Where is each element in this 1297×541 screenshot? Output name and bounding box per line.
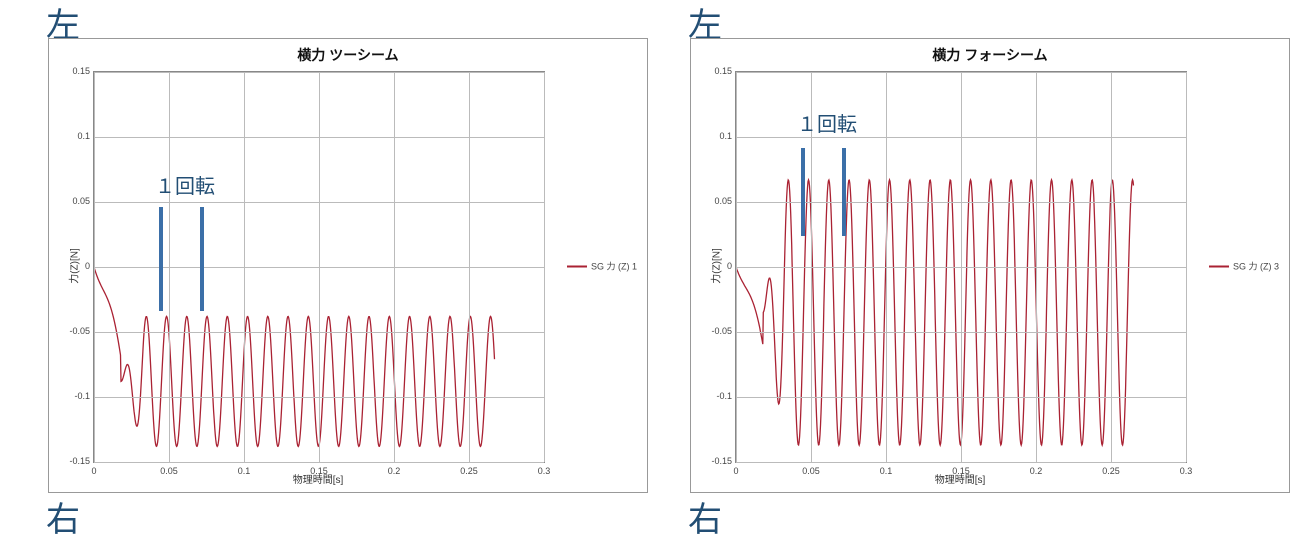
x-tick: 0 [733,466,738,476]
legend: SG 力 (Z) 3 [1209,259,1279,272]
y-tick: 0.1 [58,131,90,141]
y-tick: -0.15 [58,456,90,466]
x-tick: 0.1 [238,466,251,476]
y-tick: -0.05 [58,326,90,336]
legend-swatch [1209,266,1229,268]
x-tick: 0.1 [880,466,893,476]
chart-frame: 横力 ツーシーム 力(Z)[N] 物理時間[s] SG 力 (Z) 1 -0.1… [48,38,648,493]
y-tick: -0.05 [700,326,732,336]
annotation-bar [842,148,846,236]
chart-four-seam: 横力 フォーシーム 力(Z)[N] 物理時間[s] SG 力 (Z) 3 -0.… [690,38,1290,493]
annotation-bar [200,207,204,311]
y-tick: 0.05 [700,196,732,206]
y-tick: 0 [58,261,90,271]
x-tick: 0.15 [952,466,970,476]
y-tick: 0.15 [58,66,90,76]
y-tick: 0.15 [700,66,732,76]
legend-swatch [567,266,587,268]
legend-text: SG 力 (Z) 3 [1233,261,1279,271]
annotation-bar [159,207,163,311]
x-tick: 0.25 [1102,466,1120,476]
x-tick: 0.2 [388,466,401,476]
x-tick: 0 [91,466,96,476]
y-tick: 0.1 [700,131,732,141]
legend-text: SG 力 (Z) 1 [591,261,637,271]
y-tick: -0.1 [700,391,732,401]
annotation-rotation: １回転 [155,170,215,199]
y-tick: -0.1 [58,391,90,401]
annotation-bar [801,148,805,236]
x-tick: 0.3 [1180,466,1193,476]
legend: SG 力 (Z) 1 [567,259,637,272]
chart-title: 横力 フォーシーム [691,45,1289,65]
y-tick: 0 [700,261,732,271]
chart-two-seam: 横力 ツーシーム 力(Z)[N] 物理時間[s] SG 力 (Z) 1 -0.1… [48,38,648,493]
x-tick: 0.3 [538,466,551,476]
x-tick: 0.2 [1030,466,1043,476]
x-tick: 0.25 [460,466,478,476]
x-tick: 0.05 [802,466,820,476]
y-tick: -0.15 [700,456,732,466]
x-tick: 0.05 [160,466,178,476]
x-tick: 0.15 [310,466,328,476]
annotation-rotation: １回転 [797,108,857,137]
chart-frame: 横力 フォーシーム 力(Z)[N] 物理時間[s] SG 力 (Z) 3 -0.… [690,38,1290,493]
chart-title: 横力 ツーシーム [49,45,647,65]
y-tick: 0.05 [58,196,90,206]
